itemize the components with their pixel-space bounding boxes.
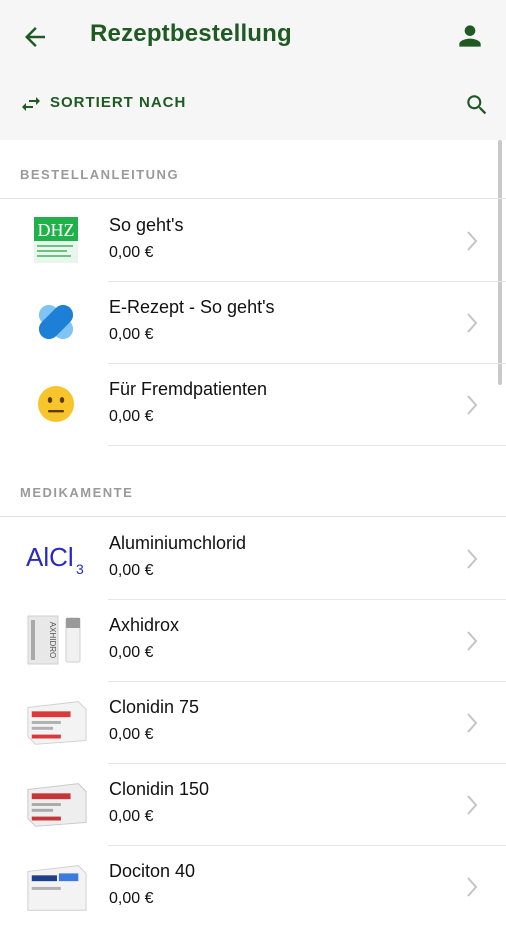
chevron-right-icon [467,795,478,815]
section-heading-bestellanleitung: BESTELLANLEITUNG [20,167,180,182]
svg-text:DHZ: DHZ [38,220,75,240]
erezept-logo [24,294,88,350]
swap-arrows-icon [22,97,40,111]
list-item-fremdpatienten[interactable]: Für Fremdpatienten 0,00 € [0,364,506,446]
item-name: Axhidrox [109,615,180,635]
sort-button[interactable]: SORTIERT NACH [0,84,506,124]
svg-text:3: 3 [76,561,84,577]
item-price: 0,00 € [109,890,154,907]
item-name: E-Rezept - So geht's [109,297,275,317]
section-heading-medikamente: MEDIKAMENTE [20,485,134,500]
chevron-right-icon [467,313,478,333]
svg-text:AXHIDRO: AXHIDRO [48,622,57,658]
item-name: So geht's [109,215,184,235]
pill-box-image [24,776,88,832]
page-title: Rezeptbestellung [90,20,292,47]
item-price: 0,00 € [109,726,154,743]
list-item-axhidrox[interactable]: AXHIDRO Axhidrox 0,00 € [0,600,506,682]
chevron-right-icon [467,549,478,569]
sort-label: SORTIERT NACH [50,94,187,111]
list-item-dociton-40[interactable]: Dociton 40 0,00 € [0,846,506,928]
item-price: 0,00 € [109,644,154,661]
chevron-right-icon [467,231,478,251]
user-account-icon[interactable] [454,20,486,52]
axhidrox-product-image: AXHIDRO [24,612,88,668]
pill-box-image [24,858,88,914]
top-bar: Rezeptbestellung SORTIERT NACH [0,0,506,140]
row-separator [108,445,506,446]
chevron-right-icon [467,395,478,415]
search-icon[interactable] [464,92,490,118]
pill-box-image [24,694,88,750]
section-divider [0,516,506,517]
list-item-clonidin-75[interactable]: Clonidin 75 0,00 € [0,682,506,764]
item-name: Clonidin 150 [109,779,210,799]
neutral-face-emoji-icon [24,376,88,432]
dhz-logo: DHZ [24,212,88,268]
alcl3-formula-image: AlCl 3 [24,530,88,586]
item-price: 0,00 € [109,808,154,825]
item-price: 0,00 € [109,326,154,343]
list-item-so-gehts[interactable]: DHZ So geht's 0,00 € [0,200,506,282]
list-item-aluminiumchlorid[interactable]: AlCl 3 Aluminiumchlorid 0,00 € [0,518,506,600]
item-name: Dociton 40 [109,861,196,881]
item-name: Clonidin 75 [109,697,200,717]
item-price: 0,00 € [109,244,154,261]
list-item-clonidin-150[interactable]: Clonidin 150 0,00 € [0,764,506,846]
back-arrow-icon[interactable] [20,22,50,52]
section-divider [0,198,506,199]
svg-text:AlCl: AlCl [26,542,74,572]
list-item-e-rezept[interactable]: E-Rezept - So geht's 0,00 € [0,282,506,364]
item-name: Aluminiumchlorid [109,533,247,553]
app-bar: Rezeptbestellung [0,0,506,72]
item-price: 0,00 € [109,562,154,579]
item-price: 0,00 € [109,408,154,425]
chevron-right-icon [467,631,478,651]
chevron-right-icon [467,713,478,733]
chevron-right-icon [467,877,478,897]
item-name: Für Fremdpatienten [109,379,268,399]
